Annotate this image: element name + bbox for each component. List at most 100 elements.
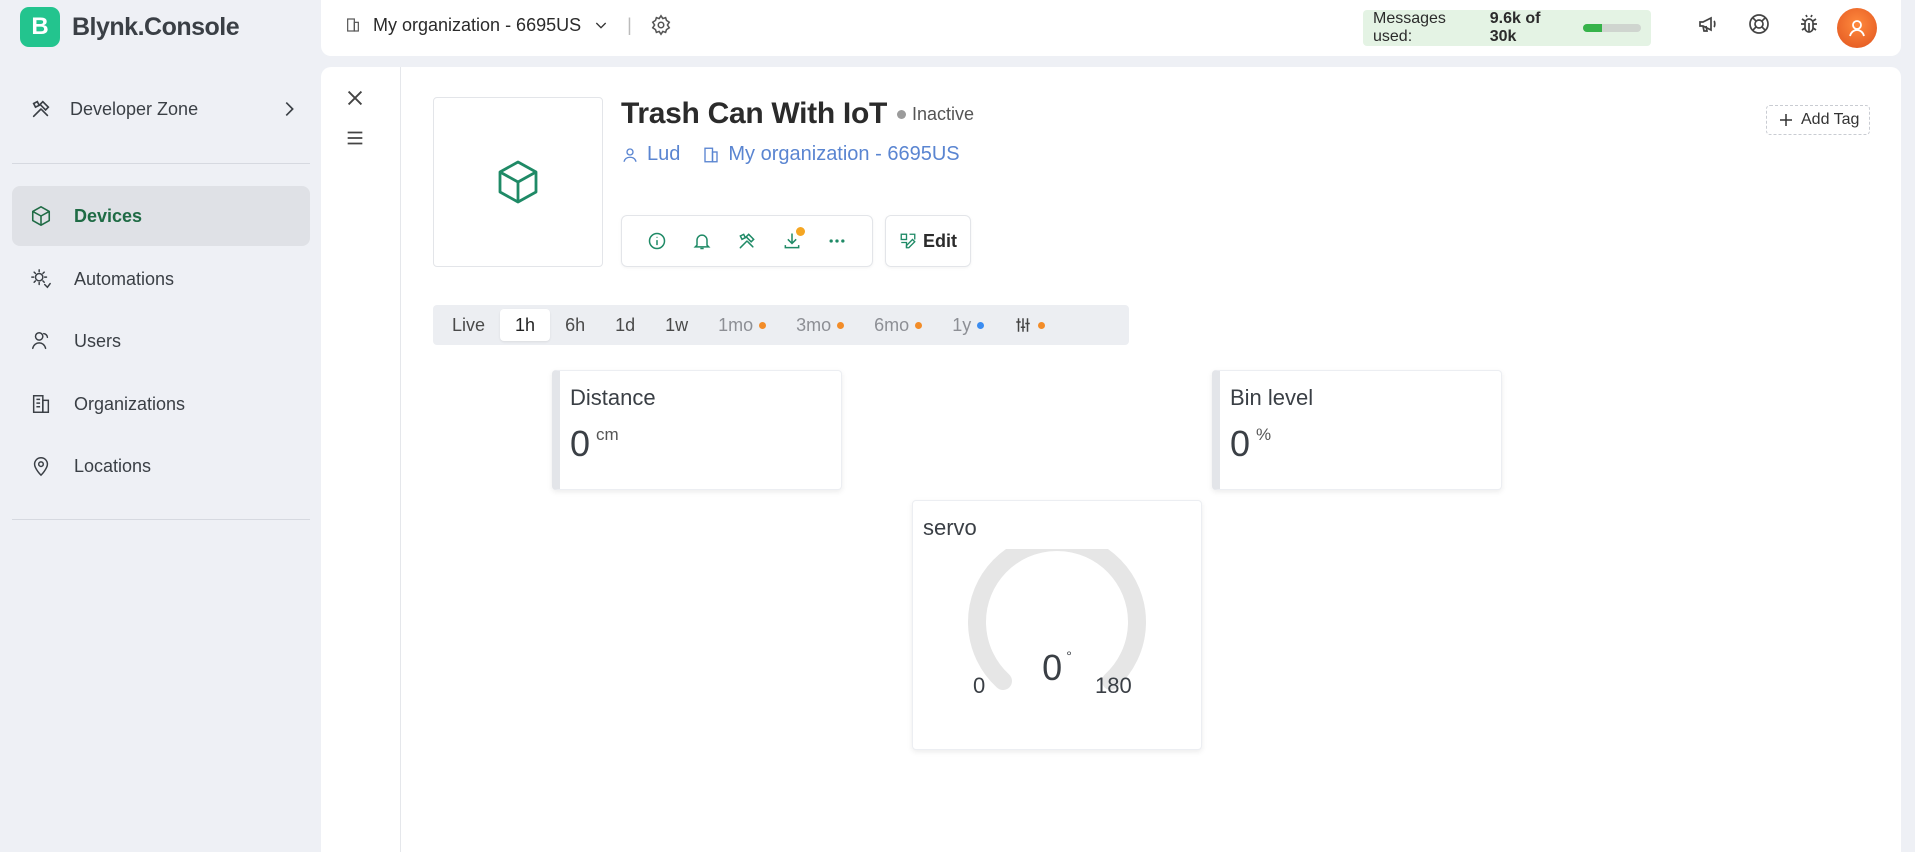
status-label: Inactive xyxy=(912,103,975,124)
sidebar-item-devices[interactable]: Devices xyxy=(12,186,310,246)
widget-servo-gauge[interactable]: servo 0 ° 0 180 xyxy=(912,500,1202,750)
sidebar-item-label: Automations xyxy=(74,268,175,289)
tab-indicator-dot xyxy=(977,321,985,329)
sidebar-item-users[interactable]: Users xyxy=(12,311,310,371)
tab-label: 1d xyxy=(615,314,636,335)
gauge-max: 180 xyxy=(1095,673,1132,698)
cube-icon xyxy=(494,158,542,206)
tab-label: 1mo xyxy=(718,314,754,335)
messages-label: Messages used: xyxy=(1373,10,1446,45)
status-dot xyxy=(897,109,907,119)
developer-zone-label: Developer Zone xyxy=(70,98,199,119)
sidebar-item-label: Locations xyxy=(74,455,152,476)
device-owner-link[interactable]: Lud xyxy=(621,143,680,166)
servo-value: 0 xyxy=(1042,647,1063,688)
sidebar-item-automations[interactable]: Automations xyxy=(12,249,310,309)
tab-1d[interactable]: 1d xyxy=(600,309,650,341)
tab-label: Live xyxy=(452,314,486,335)
sidebar: B Blynk.Console Developer Zone Devices A… xyxy=(0,0,320,852)
add-tag-button[interactable]: Add Tag xyxy=(1766,105,1871,135)
menu-icon[interactable] xyxy=(344,127,366,149)
brand-logo[interactable]: B Blynk.Console xyxy=(20,7,240,47)
megaphone-icon[interactable] xyxy=(1697,12,1721,36)
tab-indicator-dot xyxy=(1038,321,1046,329)
widget-title: Bin level xyxy=(1230,385,1314,410)
add-tag-label: Add Tag xyxy=(1801,111,1860,128)
device-action-bar xyxy=(621,215,873,267)
widget-distance[interactable]: Distance 0 cm xyxy=(552,370,842,490)
building-icon xyxy=(345,16,361,34)
org-name: My organization - 6695US xyxy=(373,14,582,35)
info-icon[interactable] xyxy=(642,226,672,256)
tab-live[interactable]: Live xyxy=(437,309,500,341)
tab-label: 1h xyxy=(515,314,536,335)
bug-icon[interactable] xyxy=(1797,12,1821,36)
device-meta: Lud My organization - 6695US xyxy=(621,143,960,166)
close-icon[interactable] xyxy=(344,87,366,109)
download-icon[interactable] xyxy=(777,226,807,256)
tab-label: 1y xyxy=(952,314,972,335)
messages-value: 9.6k of 30k xyxy=(1489,10,1541,45)
time-range-tabs: Live 1h 6h 1d 1w 1mo 3mo 6mo 1y xyxy=(433,305,1129,345)
gauge: 0 ° xyxy=(967,549,1146,690)
edit-dashboard-icon xyxy=(899,232,917,250)
tab-indicator-dot xyxy=(837,321,845,329)
sidebar-item-label: Devices xyxy=(74,205,143,226)
tab-label: 3mo xyxy=(796,314,832,335)
bin-level-unit: % xyxy=(1256,425,1272,444)
org-switcher[interactable]: My organization - 6695US | xyxy=(345,14,672,36)
brand-name: Blynk.Console xyxy=(72,12,240,41)
tab-label: 1w xyxy=(665,314,689,335)
distance-value: 0 xyxy=(570,423,591,464)
gear-icon[interactable] xyxy=(650,14,672,36)
tab-3mo[interactable]: 3mo xyxy=(781,309,859,341)
sidebar-item-locations[interactable]: Locations xyxy=(12,436,310,496)
widget-value: 0 % xyxy=(1230,423,1271,465)
lifebuoy-icon[interactable] xyxy=(1747,12,1771,36)
messages-usage[interactable]: Messages used: 9.6k of 30k xyxy=(1363,10,1651,46)
user-icon xyxy=(621,146,639,164)
messages-meter-fill xyxy=(1582,24,1602,32)
more-icon[interactable] xyxy=(822,226,852,256)
widget-bin-level[interactable]: Bin level 0 % xyxy=(1212,370,1502,490)
device-header: Trash Can With IoT Inactive xyxy=(621,97,974,131)
servo-unit: ° xyxy=(1066,648,1072,664)
building-icon xyxy=(702,146,720,164)
widget-title: Distance xyxy=(570,385,656,410)
logo-mark: B xyxy=(20,7,60,47)
building-icon xyxy=(30,393,52,415)
tab-1mo[interactable]: 1mo xyxy=(703,309,781,341)
device-org-link[interactable]: My organization - 6695US xyxy=(702,143,960,166)
tab-1h[interactable]: 1h xyxy=(500,309,551,341)
edit-dashboard-button[interactable]: Edit xyxy=(885,215,971,267)
widget-value: 0 cm xyxy=(570,423,619,465)
top-header: My organization - 6695US | Messages used… xyxy=(321,0,1901,56)
device-organization: My organization - 6695US xyxy=(728,143,960,165)
device-image[interactable] xyxy=(433,97,603,267)
tab-6h[interactable]: 6h xyxy=(550,309,600,341)
tab-custom-range[interactable] xyxy=(999,309,1060,341)
plus-icon xyxy=(1777,111,1795,129)
tab-6mo[interactable]: 6mo xyxy=(859,309,937,341)
tab-1w[interactable]: 1w xyxy=(650,309,703,341)
developer-zone-link[interactable]: Developer Zone xyxy=(12,88,310,130)
tools-icon xyxy=(30,98,52,120)
sliders-icon xyxy=(1014,316,1032,334)
tab-1y[interactable]: 1y xyxy=(937,309,999,341)
messages-meter xyxy=(1582,24,1641,32)
bell-icon[interactable] xyxy=(687,226,717,256)
device-panel: Trash Can With IoT Inactive Lud My organ… xyxy=(321,67,1901,852)
sidebar-item-organizations[interactable]: Organizations xyxy=(12,374,310,434)
sidebar-divider xyxy=(12,163,310,164)
tab-label: 6h xyxy=(565,314,586,335)
tab-label: 6mo xyxy=(874,314,910,335)
tab-indicator-dot xyxy=(759,321,767,329)
user-avatar[interactable] xyxy=(1837,8,1877,48)
device-owner: Lud xyxy=(647,143,681,165)
tools-icon[interactable] xyxy=(732,226,762,256)
widget-title: servo xyxy=(923,515,977,540)
chevron-down-icon xyxy=(593,17,609,33)
automation-icon xyxy=(30,268,52,290)
tab-indicator-dot xyxy=(915,321,923,329)
device-title: Trash Can With IoT xyxy=(621,97,888,130)
